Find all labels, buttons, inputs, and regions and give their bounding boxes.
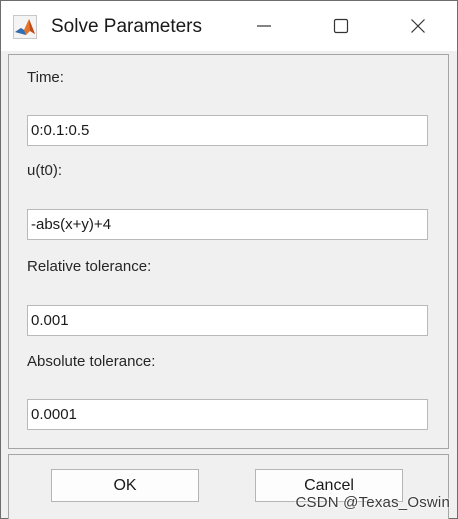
matlab-logo-icon (13, 15, 37, 39)
maximize-icon (333, 18, 349, 34)
solve-parameters-dialog: Solve Parameters Time: u(t0): Relative t… (0, 0, 458, 519)
minimize-icon (257, 25, 271, 27)
window-title: Solve Parameters (51, 16, 203, 37)
maximize-button[interactable] (313, 1, 369, 51)
close-icon (411, 19, 425, 33)
absolute-tolerance-input[interactable] (27, 399, 428, 430)
title-bar[interactable]: Solve Parameters (1, 1, 457, 51)
close-button[interactable] (390, 1, 446, 51)
relative-tolerance-label: Relative tolerance: (27, 258, 152, 275)
u-t0-label: u(t0): (27, 162, 63, 179)
minimize-button[interactable] (236, 1, 292, 51)
time-input[interactable] (27, 115, 428, 146)
absolute-tolerance-label: Absolute tolerance: (27, 353, 156, 370)
u-t0-input[interactable] (27, 209, 428, 240)
parameters-panel: Time: u(t0): Relative tolerance: Absolut… (8, 54, 449, 449)
relative-tolerance-input[interactable] (27, 305, 428, 336)
csdn-watermark: CSDN @Texas_Oswin (295, 494, 450, 511)
time-label: Time: (27, 69, 64, 86)
ok-button[interactable]: OK (51, 469, 199, 502)
